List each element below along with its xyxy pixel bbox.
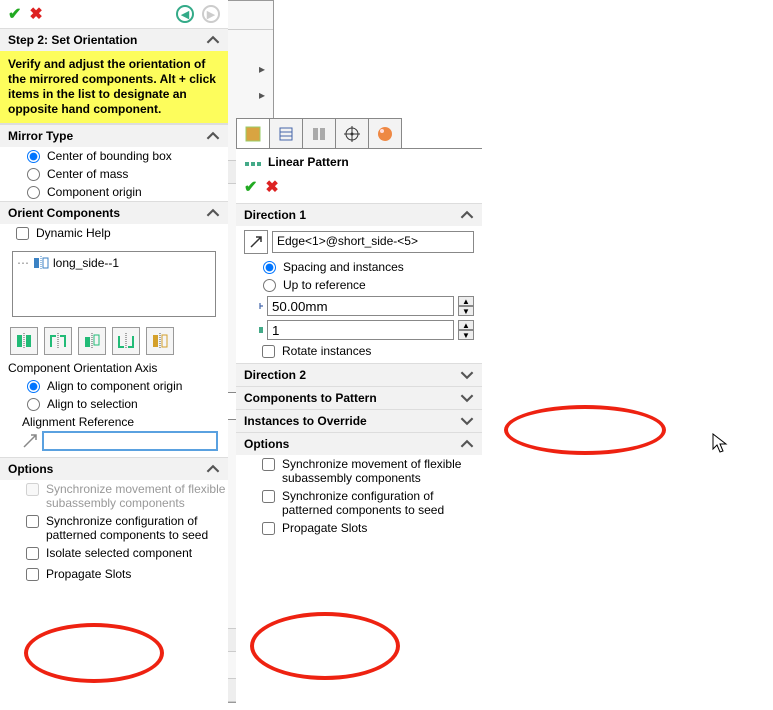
nav-back-icon[interactable]: ◀	[176, 5, 194, 23]
check2-sync-flex[interactable]: Synchronize movement of flexible subasse…	[236, 455, 482, 487]
component-listbox[interactable]: ⋯ long_side--1	[12, 251, 216, 317]
radio-up-to-ref[interactable]: Up to reference	[236, 276, 482, 294]
check2-propagate-slots[interactable]: Propagate Slots	[236, 519, 482, 540]
spacing-dim-icon: D1	[258, 298, 263, 314]
check-propagate-slots[interactable]: Propagate Slots	[0, 565, 228, 586]
chevron-down-icon	[460, 414, 474, 428]
linear-pattern-panel: Linear Pattern ✔ ✖ Direction 1 Edge<1>@s…	[236, 118, 482, 708]
direction2-header[interactable]: Direction 2	[236, 363, 482, 386]
orient-mode-1-icon[interactable]	[10, 327, 38, 355]
alignment-ref-field[interactable]	[42, 431, 218, 451]
tree-connector-icon: ⋯	[17, 256, 29, 270]
tab-appearance-icon[interactable]	[368, 118, 402, 148]
step-header[interactable]: Step 2: Set Orientation	[0, 28, 228, 51]
orient-mode-3-icon[interactable]	[78, 327, 106, 355]
chevron-up-icon	[206, 129, 220, 143]
check-rotate-instances[interactable]: Rotate instances	[236, 342, 482, 363]
alignment-ref-label: Alignment Reference	[0, 413, 228, 431]
property-manager-tabs	[236, 118, 482, 149]
components-header[interactable]: Components to Pattern	[236, 386, 482, 409]
comp-orient-axis-label: Component Orientation Axis	[0, 359, 228, 377]
mouse-cursor-icon	[712, 433, 730, 455]
tab-feature-icon[interactable]	[236, 118, 270, 148]
annotation-oval-3	[504, 405, 666, 455]
direction-edge-field[interactable]: Edge<1>@short_side-<5>	[272, 231, 474, 253]
arrow-ref-icon	[22, 433, 38, 449]
instance-count-field[interactable]	[267, 320, 454, 340]
radio-mass[interactable]: Center of mass	[0, 165, 228, 183]
spacing-field[interactable]	[267, 296, 454, 316]
help-text: Verify and adjust the orientation of the…	[0, 51, 228, 124]
tab-display-icon[interactable]	[269, 118, 303, 148]
options-header[interactable]: Options	[0, 457, 228, 480]
orient-mode-2-icon[interactable]	[44, 327, 72, 355]
chevron-up-icon	[206, 206, 220, 220]
tab-target-icon[interactable]	[335, 118, 369, 148]
mirror-type-header[interactable]: Mirror Type	[0, 124, 228, 147]
ok-icon[interactable]: ✔	[8, 4, 21, 24]
chevron-up-icon	[460, 208, 474, 222]
orient-opposite-hand-icon[interactable]	[146, 327, 174, 355]
step-title: Step 2: Set Orientation	[8, 33, 137, 47]
ok-icon[interactable]: ✔	[244, 177, 257, 197]
radio-align-origin[interactable]: Align to component origin	[0, 377, 228, 395]
tab-property-icon[interactable]	[302, 118, 336, 148]
chevron-up-icon	[206, 462, 220, 476]
check-sync-conf[interactable]: Synchronize configuration of patterned c…	[0, 512, 228, 544]
instance-count-icon: #	[258, 322, 263, 338]
radio-align-selection[interactable]: Align to selection	[0, 395, 228, 413]
cancel-icon[interactable]: ✖	[265, 177, 278, 197]
instances-override-header[interactable]: Instances to Override	[236, 409, 482, 432]
direction1-header[interactable]: Direction 1	[236, 203, 482, 226]
mirror-comp-icon	[33, 256, 49, 270]
nav-forward-icon: ▶	[202, 5, 220, 23]
radio-bbox[interactable]: Center of bounding box	[0, 147, 228, 165]
check-sync-flex: Synchronize movement of flexible subasse…	[0, 480, 228, 512]
orient-mode-4-icon[interactable]	[112, 327, 140, 355]
feature-title-row: Linear Pattern	[236, 149, 482, 175]
list-item[interactable]: ⋯ long_side--1	[17, 256, 211, 270]
count-spinner[interactable]: ▲▼	[458, 320, 474, 340]
chevron-down-icon	[460, 391, 474, 405]
check-dynamic-help[interactable]: Dynamic Help	[0, 224, 228, 245]
radio-origin[interactable]: Component origin	[0, 183, 228, 201]
spacing-spinner[interactable]: ▲▼	[458, 296, 474, 316]
submenu-arrow-icon: ▸	[259, 88, 265, 102]
orientation-icon-row	[0, 323, 228, 359]
check2-sync-conf[interactable]: Synchronize configuration of patterned c…	[236, 487, 482, 519]
orient-comp-header[interactable]: Orient Components	[0, 201, 228, 224]
radio-spacing-instances[interactable]: Spacing and instances	[236, 258, 482, 276]
options2-header[interactable]: Options	[236, 432, 482, 455]
chevron-up-icon	[460, 437, 474, 451]
reverse-direction-icon[interactable]	[244, 230, 268, 254]
cancel-icon[interactable]: ✖	[29, 4, 42, 24]
linear-pattern-icon	[244, 155, 262, 173]
check-isolate[interactable]: Isolate selected component	[0, 544, 228, 565]
submenu-arrow-icon: ▸	[259, 62, 265, 76]
mirror-panel: ✔ ✖ ◀ ▶ Step 2: Set Orientation Verify a…	[0, 0, 228, 710]
chevron-up-icon	[206, 33, 220, 47]
chevron-down-icon	[460, 368, 474, 382]
